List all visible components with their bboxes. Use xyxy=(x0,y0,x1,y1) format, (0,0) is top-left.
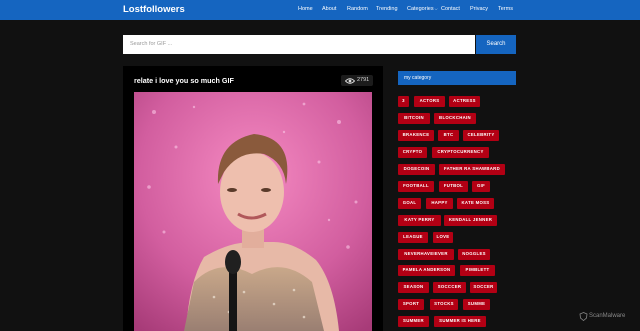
watermark-text: ScanMalware xyxy=(589,313,626,319)
shield-icon xyxy=(579,312,588,321)
tag-item[interactable]: BRAKENCE xyxy=(398,130,434,141)
tag-item[interactable]: BITCOIN xyxy=(398,113,430,124)
tag-item[interactable]: CRYPTO xyxy=(398,147,427,158)
tag-item[interactable]: SUMMER IS HERE xyxy=(434,316,486,327)
tag-item[interactable]: CRYPTOCURRENCY xyxy=(432,147,489,158)
nav-home[interactable]: Home xyxy=(298,6,313,12)
tag-item[interactable]: 3 xyxy=(398,96,409,107)
tag-item[interactable]: STOCKS xyxy=(430,299,458,310)
gif-image[interactable] xyxy=(134,92,372,331)
tag-item[interactable]: HAPPY xyxy=(426,198,453,209)
chevron-down-icon: ⌵ xyxy=(434,6,438,11)
tag-item[interactable]: FOOTBALL xyxy=(398,181,434,192)
tag-item[interactable]: NOGGLES xyxy=(458,249,490,260)
nav-about[interactable]: About xyxy=(322,6,336,12)
tag-item[interactable]: SEASON xyxy=(398,282,429,293)
nav-terms[interactable]: Terms xyxy=(498,6,513,12)
search-input[interactable]: Search for GIF ... xyxy=(123,35,475,54)
main-nav: Home About Random Trending Categories⌵ C… xyxy=(0,6,640,16)
tag-item[interactable]: SUMMER xyxy=(398,316,429,327)
nav-categories[interactable]: Categories⌵ xyxy=(407,6,438,12)
tag-item[interactable]: KATY PERRY xyxy=(398,215,441,226)
tag-item[interactable]: SOCCER xyxy=(470,282,497,293)
tag-item[interactable]: NEVERHAVEIEVER xyxy=(398,249,454,260)
view-count: 2791 xyxy=(357,77,370,83)
nav-trending[interactable]: Trending xyxy=(376,6,398,12)
tag-item[interactable]: GIF xyxy=(472,181,490,192)
tag-item[interactable]: DOGECOIN xyxy=(398,164,435,175)
tag-item[interactable]: KENDALL JENNER xyxy=(444,215,497,226)
tag-item[interactable]: ACTORS xyxy=(414,96,445,107)
tag-item[interactable]: CELEBRITY xyxy=(463,130,499,141)
view-count-badge: 2791 xyxy=(341,75,373,86)
tag-item[interactable]: LOVE xyxy=(433,232,453,243)
sidebar-heading: my category xyxy=(398,71,516,85)
nav-contact[interactable]: Contact xyxy=(441,6,460,12)
nav-random[interactable]: Random xyxy=(347,6,368,12)
tag-item[interactable]: ACTRESS xyxy=(449,96,480,107)
search-button[interactable]: Search xyxy=(476,35,516,54)
eye-icon xyxy=(345,77,355,84)
tag-item[interactable]: BLOCKCHAIN xyxy=(434,113,476,124)
tag-item[interactable]: FUTBOL xyxy=(439,181,468,192)
post-title: relate i love you so much GIF xyxy=(134,76,234,85)
tag-item[interactable]: SUMME xyxy=(463,299,490,310)
tag-item[interactable]: SPORT xyxy=(398,299,424,310)
tag-item[interactable]: SOCCCER xyxy=(433,282,466,293)
tag-item[interactable]: KATE MOSS xyxy=(457,198,494,209)
nav-privacy[interactable]: Privacy xyxy=(470,6,488,12)
tag-item[interactable]: BTC xyxy=(438,130,459,141)
tag-item[interactable]: PIMBLETT xyxy=(460,265,495,276)
tag-item[interactable]: LEAGUE xyxy=(398,232,428,243)
tag-item[interactable]: PAMELA ANDERSON xyxy=(398,265,455,276)
tag-item[interactable]: GOAL xyxy=(398,198,421,209)
nav-categories-label: Categories xyxy=(407,6,434,12)
tag-item[interactable]: FATHER RA SHAWBARD xyxy=(439,164,505,175)
